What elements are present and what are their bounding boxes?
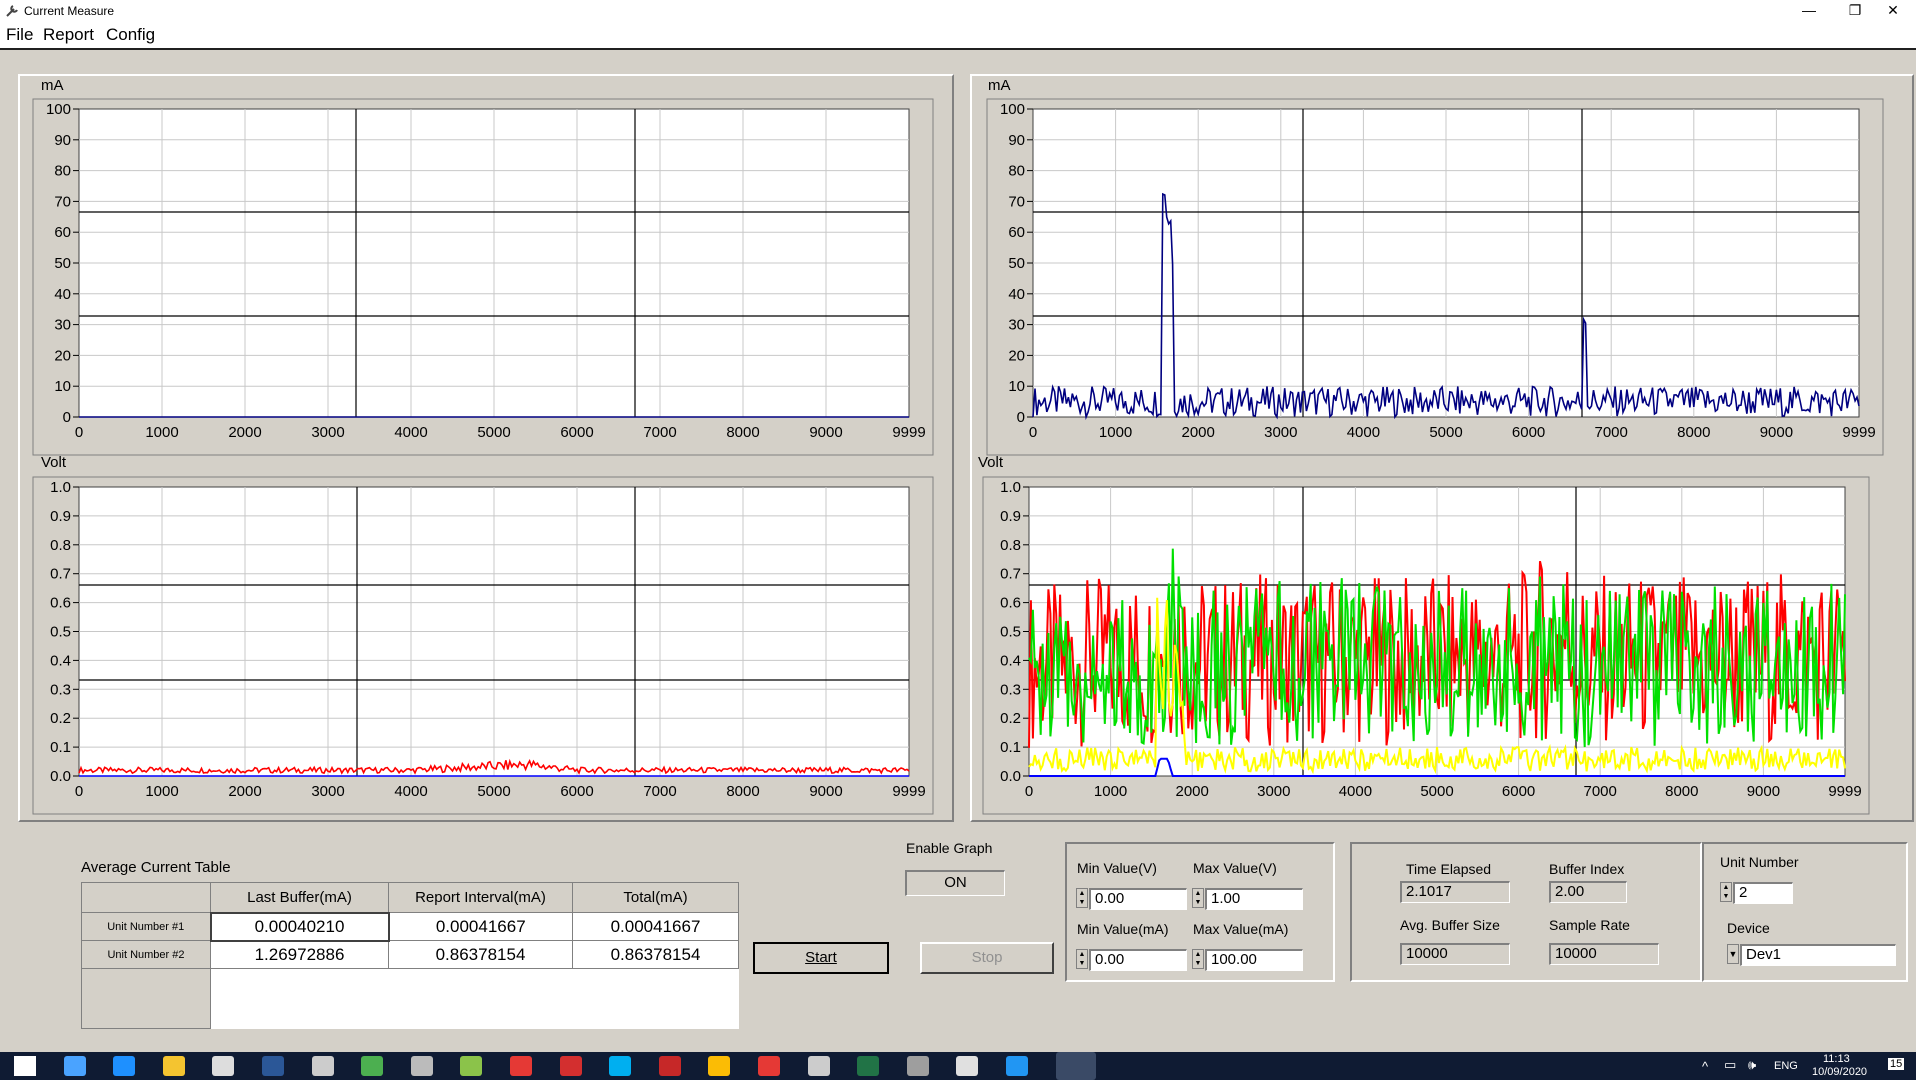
app-icon-8[interactable] bbox=[906, 1056, 929, 1076]
min-ma-spinner[interactable]: ▲ ▼ bbox=[1076, 949, 1088, 969]
row-header-unit1: Unit Number #1 bbox=[81, 912, 211, 941]
enable-graph-toggle[interactable]: ON bbox=[905, 870, 1005, 896]
word-icon[interactable] bbox=[262, 1056, 284, 1076]
buffer-index-label: Buffer Index bbox=[1549, 861, 1625, 877]
min-v-label: Min Value(V) bbox=[1077, 860, 1157, 876]
menu-bar: File Report Config bbox=[0, 22, 1916, 50]
edge-icon[interactable] bbox=[113, 1056, 136, 1076]
max-v-spinner[interactable]: ▲ ▼ bbox=[1192, 888, 1204, 908]
unit-number-label: Unit Number bbox=[1720, 854, 1799, 870]
language-indicator[interactable]: ENG bbox=[1774, 1060, 1798, 1072]
device-label: Device bbox=[1727, 920, 1770, 936]
skype-icon[interactable] bbox=[609, 1056, 632, 1076]
unit-number-spinner[interactable]: ▲ ▼ bbox=[1720, 882, 1732, 902]
acrobat-icon[interactable] bbox=[559, 1056, 582, 1076]
min-v-spinner[interactable]: ▲ ▼ bbox=[1076, 888, 1088, 908]
avg-buffer-size-value: 10000 bbox=[1400, 943, 1510, 965]
app-icon-5[interactable] bbox=[658, 1056, 681, 1076]
cell-unit1-report-interval[interactable]: 0.00041667 bbox=[388, 912, 573, 941]
app-icon-1[interactable] bbox=[212, 1056, 235, 1076]
file-explorer-icon[interactable] bbox=[162, 1056, 185, 1076]
menu-report[interactable]: Report bbox=[43, 25, 94, 45]
start-button[interactable]: Start bbox=[753, 942, 889, 974]
app-icon-6[interactable] bbox=[758, 1056, 780, 1076]
notification-badge[interactable]: 15 bbox=[1888, 1058, 1905, 1070]
min-ma-label: Min Value(mA) bbox=[1077, 921, 1169, 937]
cell-unit2-report-interval[interactable]: 0.86378154 bbox=[388, 940, 573, 969]
wrench-icon bbox=[6, 5, 18, 17]
cell-unit1-total[interactable]: 0.00041667 bbox=[572, 912, 739, 941]
buffer-index-value: 2.00 bbox=[1549, 881, 1627, 903]
app-icon-9[interactable] bbox=[956, 1056, 979, 1076]
sample-rate-label: Sample Rate bbox=[1549, 917, 1630, 933]
chrome-icon[interactable] bbox=[708, 1056, 731, 1076]
title-bar: Current Measure — ❐ ✕ bbox=[0, 0, 1916, 22]
mail-icon[interactable] bbox=[63, 1056, 86, 1076]
network-icon[interactable]: ▭ bbox=[1724, 1057, 1736, 1073]
row-header-empty bbox=[81, 968, 211, 1029]
volume-icon[interactable]: 🕪 bbox=[1748, 1057, 1756, 1073]
close-button[interactable]: ✕ bbox=[1870, 0, 1916, 22]
cell-unit1-last-buffer[interactable]: 0.00040210 bbox=[209, 911, 390, 942]
sample-rate-value: 10000 bbox=[1549, 943, 1659, 965]
cell-unit2-total[interactable]: 0.86378154 bbox=[572, 940, 739, 969]
header-total: Total(mA) bbox=[572, 882, 739, 913]
app-icon-4[interactable] bbox=[510, 1056, 532, 1076]
min-v-input[interactable]: 0.00 bbox=[1089, 888, 1187, 910]
time-elapsed-value: 2.1017 bbox=[1400, 881, 1510, 903]
device-select[interactable]: Dev1 bbox=[1740, 944, 1896, 966]
max-ma-label: Max Value(mA) bbox=[1193, 921, 1289, 937]
max-v-input[interactable]: 1.00 bbox=[1205, 888, 1303, 910]
min-ma-input[interactable]: 0.00 bbox=[1089, 949, 1187, 971]
time-elapsed-label: Time Elapsed bbox=[1406, 861, 1492, 877]
pen-icon[interactable] bbox=[410, 1056, 433, 1076]
avg-buffer-size-label: Avg. Buffer Size bbox=[1400, 917, 1500, 933]
avg-current-table: Last Buffer(mA) Report Interval(mA) Tota… bbox=[81, 882, 739, 1029]
left-chart-group bbox=[18, 74, 954, 822]
app-icon-2[interactable] bbox=[311, 1056, 334, 1076]
app-icon-7[interactable] bbox=[807, 1056, 830, 1076]
table-empty-area bbox=[211, 969, 739, 1029]
max-v-label: Max Value(V) bbox=[1193, 860, 1277, 876]
max-ma-input[interactable]: 100.00 bbox=[1205, 949, 1303, 971]
table-corner bbox=[81, 882, 211, 913]
stop-button[interactable]: Stop bbox=[920, 942, 1054, 974]
settings-icon[interactable] bbox=[1055, 1052, 1096, 1080]
menu-file[interactable]: File bbox=[6, 25, 33, 45]
window-title: Current Measure bbox=[24, 4, 115, 18]
header-last-buffer: Last Buffer(mA) bbox=[210, 882, 389, 913]
avg-table-title: Average Current Table bbox=[81, 859, 231, 876]
right-chart-group bbox=[970, 74, 1914, 822]
tray-chevron-icon[interactable]: ^ bbox=[1702, 1059, 1708, 1074]
excel-icon[interactable] bbox=[857, 1056, 880, 1076]
notepad-icon[interactable] bbox=[460, 1056, 483, 1076]
row-header-unit2: Unit Number #2 bbox=[81, 940, 211, 969]
unit-number-input[interactable]: 2 bbox=[1733, 882, 1793, 904]
enable-graph-label: Enable Graph bbox=[906, 840, 993, 856]
cell-unit2-last-buffer[interactable]: 1.26972886 bbox=[210, 940, 389, 969]
max-ma-spinner[interactable]: ▲ ▼ bbox=[1192, 949, 1204, 969]
menu-config[interactable]: Config bbox=[106, 25, 155, 45]
device-dropdown-icon[interactable]: ▼ bbox=[1727, 944, 1739, 964]
minimize-button[interactable]: — bbox=[1786, 0, 1832, 22]
app-icon-3[interactable] bbox=[361, 1056, 384, 1076]
header-report-interval: Report Interval(mA) bbox=[388, 882, 573, 913]
clock-time[interactable]: 11:13 bbox=[1823, 1053, 1850, 1065]
windows-start-icon[interactable] bbox=[14, 1056, 36, 1076]
taskbar: ^ ▭ 🕪 ENG 11:13 10/09/2020 15 bbox=[0, 1052, 1916, 1080]
calendar-icon[interactable] bbox=[1006, 1056, 1028, 1076]
clock-date[interactable]: 10/09/2020 bbox=[1812, 1066, 1867, 1078]
